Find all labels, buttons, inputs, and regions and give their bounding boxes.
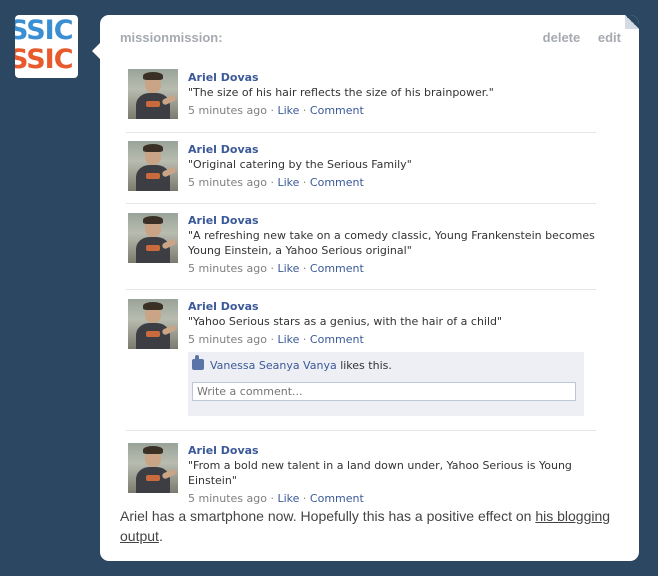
status-author[interactable]: Ariel Dovas [188,299,596,314]
post-actions: delete edit [529,30,621,45]
profile-photo[interactable] [128,443,178,493]
post-card: missionmission: delete edit Ariel Dovas … [92,15,639,561]
status-item: Ariel Dovas "From a bold new talent in a… [126,431,596,506]
avatar-text-top: SSIC [15,15,74,46]
separator: · [266,492,278,505]
liker-name[interactable]: Vanessa Seanya Vanya [210,359,337,372]
caption-text: Ariel has a smartphone now. Hopefully th… [120,508,536,524]
status-author[interactable]: Ariel Dovas [188,213,596,228]
separator: · [299,104,310,117]
edit-button[interactable]: edit [598,30,621,45]
post-caption: Ariel has a smartphone now. Hopefully th… [120,506,630,546]
comment-link[interactable]: Comment [310,492,364,505]
thumbs-up-icon [192,355,204,370]
status-author[interactable]: Ariel Dovas [188,443,596,458]
profile-photo[interactable] [128,213,178,263]
status-item: Ariel Dovas "Yahoo Serious stars as a ge… [126,290,596,431]
separator: · [266,176,278,189]
status-time: 5 minutes ago [188,262,267,275]
like-link[interactable]: Like [277,262,299,275]
profile-photo[interactable] [128,141,178,191]
status-text: "Original catering by the Serious Family… [188,158,412,171]
profile-photo[interactable] [128,299,178,349]
comment-link[interactable]: Comment [310,104,364,117]
write-comment-input[interactable] [192,382,576,401]
likes-panel: Vanessa Seanya Vanya likes this. [188,352,584,416]
like-link[interactable]: Like [277,176,299,189]
status-text: "From a bold new talent in a land down u… [188,459,572,487]
status-item: Ariel Dovas "A refreshing new take on a … [126,204,596,290]
likes-suffix: likes this. [336,359,392,372]
like-link[interactable]: Like [277,104,299,117]
comment-link[interactable]: Comment [310,262,364,275]
blog-avatar[interactable]: SSIC SSIC [15,15,78,78]
post-username[interactable]: missionmission: [120,30,223,45]
status-author[interactable]: Ariel Dovas [188,142,596,157]
status-item: Ariel Dovas "The size of his hair reflec… [126,65,596,133]
separator: · [266,262,278,275]
status-text: "The size of his hair reflects the size … [188,86,494,99]
post-corner-fold [625,15,639,29]
separator: · [299,333,310,346]
post-notch [92,43,100,59]
delete-button[interactable]: delete [543,30,581,45]
status-text: "Yahoo Serious stars as a genius, with t… [188,315,503,328]
status-meta: 5 minutes ago · Like · Comment [188,491,596,506]
like-link[interactable]: Like [277,333,299,346]
status-time: 5 minutes ago [188,333,267,346]
profile-photo[interactable] [128,69,178,119]
status-meta: 5 minutes ago · Like · Comment [188,261,596,276]
separator: · [266,333,278,346]
comment-link[interactable]: Comment [310,333,364,346]
status-author[interactable]: Ariel Dovas [188,70,596,85]
separator: · [299,176,310,189]
status-time: 5 minutes ago [188,492,267,505]
status-meta: 5 minutes ago · Like · Comment [188,332,596,347]
comment-link[interactable]: Comment [310,176,364,189]
separator: · [266,104,278,117]
status-text: "A refreshing new take on a comedy class… [188,229,595,257]
post-header: missionmission: delete edit [120,30,621,46]
status-feed: Ariel Dovas "The size of his hair reflec… [126,65,596,506]
separator: · [299,262,310,275]
status-meta: 5 minutes ago · Like · Comment [188,175,596,190]
likes-summary: Vanessa Seanya Vanya likes this. [192,355,392,374]
status-time: 5 minutes ago [188,104,267,117]
status-item: Ariel Dovas "Original catering by the Se… [126,133,596,204]
avatar-text-bottom: SSIC [15,44,74,75]
like-link[interactable]: Like [277,492,299,505]
status-meta: 5 minutes ago · Like · Comment [188,103,596,118]
status-time: 5 minutes ago [188,176,267,189]
separator: · [299,492,310,505]
caption-end: . [158,528,163,544]
